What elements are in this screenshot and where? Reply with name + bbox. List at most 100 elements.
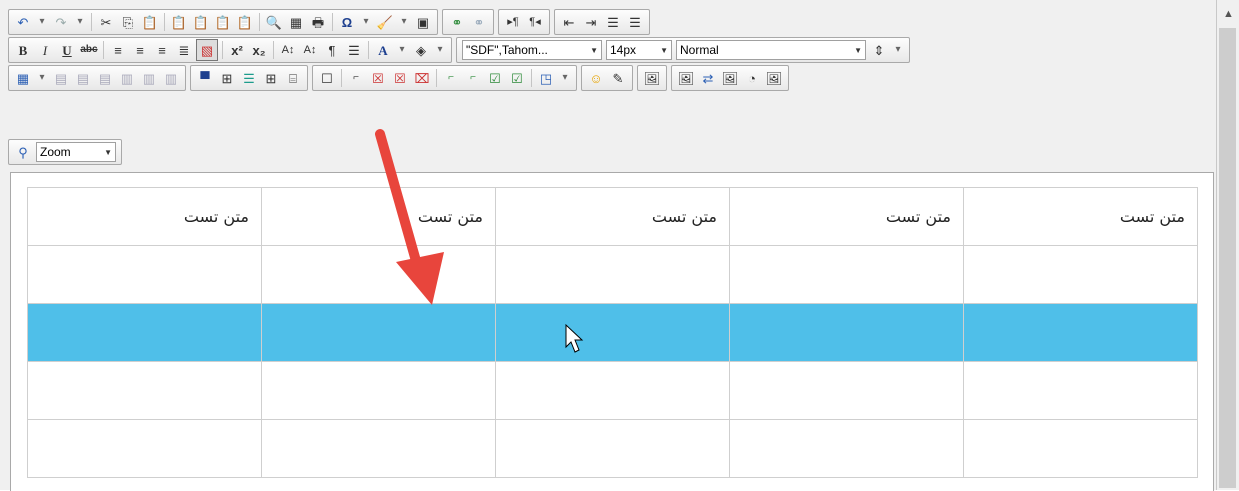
table-cell[interactable] [27,245,262,304]
insert-image-map-icon[interactable]: ▣ [413,12,433,32]
table-cells-icon[interactable]: ⊞ [261,68,281,88]
table-cell[interactable] [27,419,262,478]
select-all-icon[interactable]: ▦ [286,12,306,32]
radio-icon[interactable]: ⌐ [463,68,483,88]
insert-row-below-icon[interactable]: ▤ [73,68,93,88]
checkbox-icon[interactable]: ⌐ [441,68,461,88]
form-field-icon[interactable]: ⌐ [346,68,366,88]
rtl-icon[interactable]: ¶◂ [525,12,545,32]
media-icon[interactable]: 🖼 [720,68,740,88]
italic-icon[interactable]: I [35,40,55,60]
format-select[interactable]: Normal ▼ [676,40,866,60]
table-cell[interactable] [963,303,1198,362]
content-table[interactable]: متن تست متن تست متن تست متن تست متن تست [27,187,1198,478]
indent-icon[interactable]: ⇥ [581,12,601,32]
table-header-icon[interactable]: ▀ [195,68,215,88]
table-cell[interactable] [495,245,730,304]
font-family-select[interactable]: "SDF",Tahom... ▼ [462,40,602,60]
insert-table-dropdown-icon[interactable]: ▾ [35,68,49,88]
table-cell[interactable]: متن تست [729,187,964,246]
table-cell[interactable] [963,419,1198,478]
form-field-delete-icon[interactable]: ☒ [368,68,388,88]
background-color-dropdown-icon[interactable]: ▾ [433,40,447,60]
table-cell[interactable]: متن تست [495,187,730,246]
table-cell[interactable] [963,361,1198,420]
table-cell[interactable] [261,419,496,478]
strikethrough-icon[interactable]: abc [79,40,99,60]
table-cell[interactable]: متن تست [27,187,262,246]
flash-icon[interactable]: ⇄ [698,68,718,88]
ltr-icon[interactable]: ▸¶ [503,12,523,32]
table-grid-icon[interactable]: ⊞ [217,68,237,88]
print-icon[interactable]: 🖶 [308,12,328,32]
zoom-select[interactable]: Zoom ▼ [36,142,116,162]
editor-content-area[interactable]: متن تست متن تست متن تست متن تست متن تست [10,172,1214,491]
image-field-icon[interactable]: ◳ [536,68,556,88]
subscript-icon[interactable]: x₂ [249,40,269,60]
chart-icon[interactable]: ◔ [742,68,762,88]
table-cell[interactable] [261,245,496,304]
redo-dropdown-icon[interactable]: ▾ [73,12,87,32]
table-cell[interactable] [261,303,496,362]
table-properties-icon[interactable]: ⌸ [283,68,303,88]
vertical-scrollbar[interactable]: ▲ [1217,0,1239,490]
align-center-icon[interactable]: ≡ [130,40,150,60]
align-left-icon[interactable]: ≡ [108,40,128,60]
table-cell[interactable] [729,245,964,304]
document-icon[interactable]: 🖼 [764,68,784,88]
link-icon[interactable]: ⚭ [447,12,467,32]
paste-text-icon[interactable]: 📋 [169,12,189,32]
clean-format-icon[interactable]: 🧹 [375,12,395,32]
paragraph-icon[interactable]: ¶ [322,40,342,60]
table-cell[interactable]: متن تست [261,187,496,246]
table-cell[interactable] [963,245,1198,304]
paste-word-icon[interactable]: 📋 [191,12,211,32]
table-row-style-icon[interactable]: ☰ [239,68,259,88]
table-cell[interactable] [495,419,730,478]
table-cell[interactable] [27,361,262,420]
emoji-icon[interactable]: ☺ [586,68,606,88]
line-spacing-dropdown-icon[interactable]: ▾ [891,40,905,60]
insert-table-icon[interactable]: ▦ [13,68,33,88]
image-gallery-icon[interactable]: 🖼 [676,68,696,88]
font-grow-icon[interactable]: A↕ [278,40,298,60]
font-shrink-icon[interactable]: A↕ [300,40,320,60]
bullet-list-icon[interactable]: ☰ [625,12,645,32]
image-icon[interactable]: 🖼 [642,68,662,88]
align-right-icon[interactable]: ≡ [152,40,172,60]
delete-col-icon[interactable]: ▥ [161,68,181,88]
outdent-icon[interactable]: ⇤ [559,12,579,32]
font-size-select[interactable]: 14px ▼ [606,40,672,60]
paste-icon[interactable]: 📋 [140,12,160,32]
form-icon[interactable]: ☐ [317,68,337,88]
scroll-up-icon[interactable]: ▲ [1223,8,1234,20]
image-field-dropdown-icon[interactable]: ▾ [558,68,572,88]
form-field-remove-icon[interactable]: ☒ [390,68,410,88]
superscript-icon[interactable]: x² [227,40,247,60]
cut-icon[interactable]: ✂ [96,12,116,32]
unlink-icon[interactable]: ⚭ [469,12,489,32]
select-field-icon[interactable]: ☑ [485,68,505,88]
align-justify-icon[interactable]: ≣ [174,40,194,60]
font-color-icon[interactable]: A [373,40,393,60]
background-color-icon[interactable]: ◈ [411,40,431,60]
special-char-dropdown-icon[interactable]: ▾ [359,12,373,32]
insert-row-above-icon[interactable]: ▤ [51,68,71,88]
paste-html-icon[interactable]: 📋 [213,12,233,32]
redo-icon[interactable]: ↷ [51,12,71,32]
table-cell[interactable] [729,361,964,420]
undo-icon[interactable]: ↶ [13,12,33,32]
table-cell[interactable]: متن تست [963,187,1198,246]
button-field-icon[interactable]: ☑ [507,68,527,88]
table-cell[interactable] [495,303,730,362]
insert-col-right-icon[interactable]: ▥ [139,68,159,88]
clean-format-dropdown-icon[interactable]: ▾ [397,12,411,32]
table-cell[interactable] [27,303,262,362]
special-char-icon[interactable]: Ω [337,12,357,32]
delete-row-icon[interactable]: ▤ [95,68,115,88]
paste-plain-icon[interactable]: 📋 [235,12,255,32]
form-textarea-icon[interactable]: ⌧ [412,68,432,88]
bold-icon[interactable]: B [13,40,33,60]
undo-dropdown-icon[interactable]: ▾ [35,12,49,32]
highlight-format-icon[interactable]: ▧ [196,39,218,61]
